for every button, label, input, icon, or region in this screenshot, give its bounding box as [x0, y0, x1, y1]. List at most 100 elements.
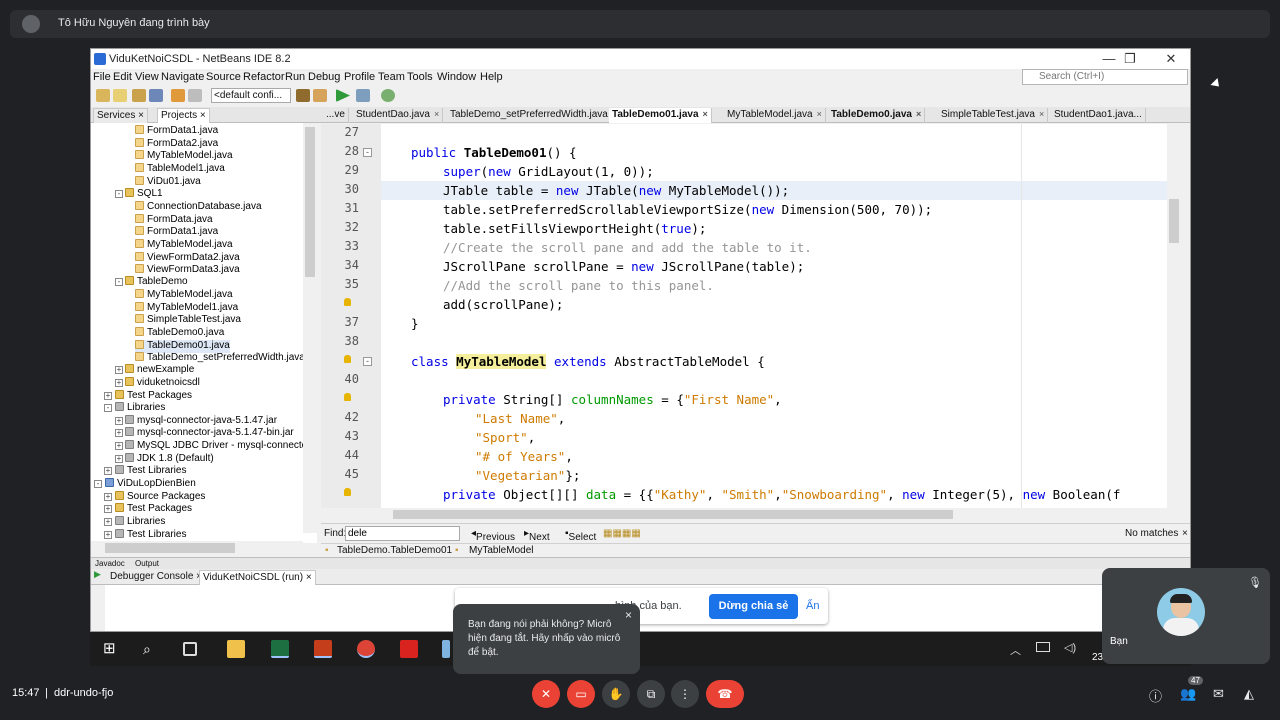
- open-project-icon[interactable]: [132, 89, 146, 102]
- expand-toggle[interactable]: +: [104, 392, 112, 400]
- menu-debug[interactable]: Debug: [308, 71, 340, 83]
- close-window-button[interactable]: ✕: [1151, 50, 1190, 68]
- profile-icon[interactable]: [381, 89, 395, 102]
- tree-horizontal-scrollbar[interactable]: [91, 541, 303, 555]
- self-video-tile[interactable]: 🎙 Bạn: [1102, 568, 1270, 664]
- editor-horizontal-scrollbar[interactable]: [381, 508, 1167, 521]
- expand-toggle[interactable]: +: [104, 493, 112, 501]
- expand-toggle[interactable]: +: [104, 531, 112, 539]
- run-icon[interactable]: [336, 89, 350, 102]
- acrobat-icon[interactable]: [400, 640, 418, 658]
- config-select[interactable]: <default confi...: [211, 88, 291, 103]
- find-input[interactable]: dele: [345, 526, 460, 541]
- tab-javadoc[interactable]: Javadoc: [95, 559, 125, 568]
- tree-node-package[interactable]: SQL1: [125, 188, 163, 201]
- maximize-button[interactable]: ❐: [1110, 50, 1150, 68]
- code-fold-toggle[interactable]: -: [363, 357, 372, 366]
- collapse-toggle[interactable]: -: [115, 190, 123, 198]
- close-find-icon[interactable]: ×: [1182, 528, 1188, 539]
- undo-icon[interactable]: [171, 89, 185, 102]
- breadcrumb-item[interactable]: MyTableModel: [469, 545, 533, 556]
- tree-node[interactable]: MyTableModel.java: [135, 289, 233, 302]
- collapse-toggle[interactable]: -: [94, 480, 102, 488]
- hint-bulb-icon[interactable]: [344, 298, 351, 306]
- editor-vertical-scrollbar[interactable]: [1167, 124, 1181, 508]
- editor-tab-active[interactable]: TableDemo01.java ×: [609, 108, 712, 123]
- menu-profile[interactable]: Profile: [344, 71, 375, 83]
- expand-toggle[interactable]: +: [104, 518, 112, 526]
- expand-toggle[interactable]: +: [115, 455, 123, 463]
- tree-node[interactable]: SimpleTableTest.java: [135, 314, 241, 327]
- hint-bulb-icon[interactable]: [344, 393, 351, 401]
- tree-node-package[interactable]: viduketnoicsdl: [125, 377, 200, 390]
- scroll-thumb[interactable]: [393, 510, 953, 519]
- tree-vertical-scrollbar[interactable]: [303, 123, 317, 533]
- more-options-button[interactable]: ⋮: [671, 680, 699, 708]
- editor-tab[interactable]: StudentDao1.java...: [1051, 108, 1146, 123]
- present-button[interactable]: ⧉: [637, 680, 665, 708]
- find-next-button[interactable]: ▸ Next: [524, 528, 550, 543]
- tree-node-jar[interactable]: mysql-connector-java-5.1.47-bin.jar: [125, 427, 294, 440]
- scroll-thumb[interactable]: [105, 543, 235, 553]
- code-fold-toggle[interactable]: -: [363, 148, 372, 157]
- close-tab-icon[interactable]: ×: [434, 109, 439, 119]
- camera-toggle-button[interactable]: ▭: [567, 680, 595, 708]
- code-editor[interactable]: public TableDemo01() { super(new GridLay…: [381, 124, 1167, 508]
- menu-source[interactable]: Source: [206, 71, 241, 83]
- collapse-toggle[interactable]: -: [115, 278, 123, 286]
- new-file-icon[interactable]: [113, 89, 127, 102]
- tree-node-package[interactable]: newExample: [125, 364, 194, 377]
- menu-file[interactable]: File: [93, 71, 111, 83]
- close-tab-icon[interactable]: ×: [817, 109, 822, 119]
- close-tab-icon[interactable]: ×: [1039, 109, 1044, 119]
- tray-chevron-icon[interactable]: ︿: [1010, 642, 1021, 658]
- tree-node[interactable]: TableDemo0.java: [135, 327, 224, 340]
- editor-tab-overflow[interactable]: ...ve: [323, 108, 349, 123]
- tab-output[interactable]: Output: [135, 559, 159, 568]
- battery-icon[interactable]: [1036, 642, 1050, 652]
- expand-toggle[interactable]: +: [115, 366, 123, 374]
- activities-icon[interactable]: ◭: [1244, 686, 1254, 702]
- volume-icon[interactable]: ◁): [1064, 641, 1076, 654]
- editor-tab[interactable]: MyTableModel.java ×: [724, 108, 826, 123]
- tab-run-output[interactable]: ViduKetNoiCSDL (run) ×: [199, 570, 316, 585]
- tree-node-project[interactable]: ViDuLopDienBien: [105, 478, 196, 491]
- task-view-icon[interactable]: [183, 642, 197, 656]
- build-hammer-icon[interactable]: [296, 89, 310, 102]
- tree-node-folder[interactable]: Test Libraries: [115, 465, 186, 478]
- menu-help[interactable]: Help: [480, 71, 503, 83]
- tree-node[interactable]: TableModel1.java: [135, 163, 225, 176]
- collapse-toggle[interactable]: -: [104, 404, 112, 412]
- menu-view[interactable]: View: [135, 71, 159, 83]
- hide-share-bar-button[interactable]: Ẩn: [806, 600, 819, 612]
- chat-icon[interactable]: ✉: [1213, 686, 1224, 702]
- file-explorer-icon[interactable]: [227, 640, 245, 658]
- tree-node[interactable]: FormData1.java: [135, 226, 218, 239]
- tree-node[interactable]: FormData1.java: [135, 125, 218, 138]
- expand-toggle[interactable]: +: [104, 505, 112, 513]
- menu-edit[interactable]: Edit: [113, 71, 132, 83]
- menu-tools[interactable]: Tools: [407, 71, 433, 83]
- editor-tab[interactable]: TableDemo_setPreferredWidth.java×: [447, 108, 622, 123]
- menu-navigate[interactable]: Navigate: [161, 71, 204, 83]
- breadcrumb-item[interactable]: TableDemo.TableDemo01: [337, 545, 452, 556]
- hint-bulb-icon[interactable]: [344, 488, 351, 496]
- tree-node-folder[interactable]: Test Packages: [115, 503, 192, 516]
- find-select-button[interactable]: ▪ Select: [565, 528, 596, 543]
- tree-node-jar[interactable]: MySQL JDBC Driver - mysql-connector-j: [125, 440, 316, 453]
- menu-team[interactable]: Team: [378, 71, 405, 83]
- tree-node-folder[interactable]: Libraries: [115, 402, 165, 415]
- new-project-icon[interactable]: [96, 89, 110, 102]
- match-case-icon[interactable]: ▦▦▦▦: [603, 528, 641, 539]
- expand-toggle[interactable]: +: [115, 442, 123, 450]
- tab-services[interactable]: Services ×: [93, 108, 148, 123]
- ide-search-input[interactable]: Search (Ctrl+I): [1022, 69, 1188, 85]
- tree-node[interactable]: MyTableModel.java: [135, 239, 233, 252]
- windows-start-icon[interactable]: ⊞: [103, 640, 121, 658]
- close-tab-icon[interactable]: ×: [916, 109, 921, 119]
- stop-sharing-button[interactable]: Dừng chia sẻ: [709, 594, 798, 619]
- menu-window[interactable]: Window: [437, 71, 476, 83]
- scroll-thumb[interactable]: [305, 127, 315, 277]
- people-icon[interactable]: 👥: [1180, 686, 1196, 702]
- leave-call-button[interactable]: ☎: [706, 680, 744, 708]
